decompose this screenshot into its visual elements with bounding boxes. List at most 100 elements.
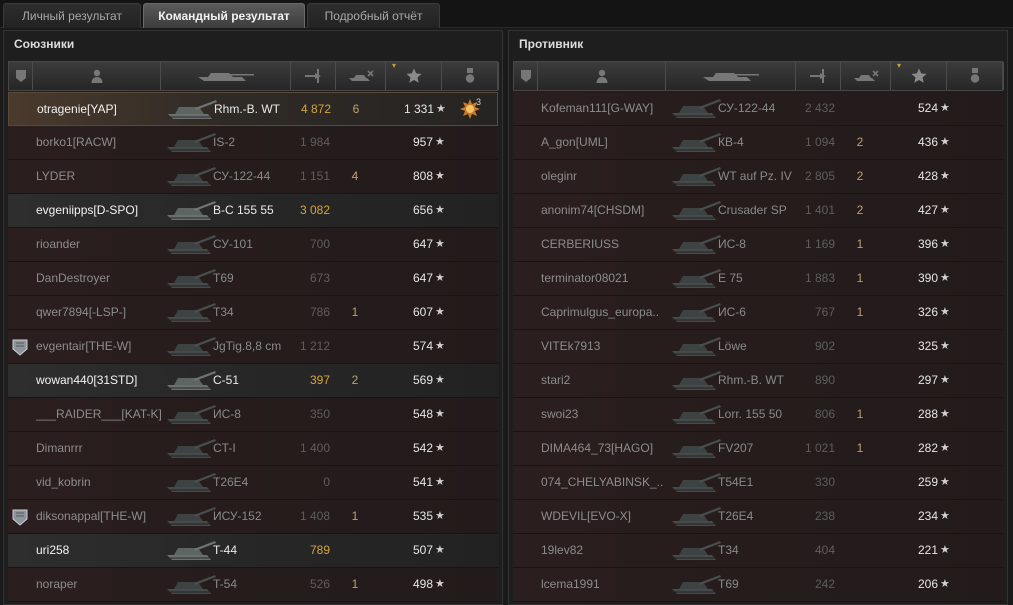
player-name[interactable]: A_gon[UML] [541, 126, 681, 159]
player-row[interactable]: Dimanrrr CT-I 1 400 542 ★ [8, 432, 498, 466]
player-row[interactable]: oleginr WT auf Pz. IV 2 805 2 428 ★ [513, 160, 1003, 194]
player-name[interactable]: oleginr [541, 160, 681, 193]
player-name[interactable]: rioander [36, 228, 176, 261]
player-name[interactable]: Kofeman111[G-WAY] [541, 92, 681, 125]
player-row[interactable]: Kofeman111[G-WAY] СУ-122-44 2 432 524 ★ [513, 92, 1003, 126]
enemies-rows: Kofeman111[G-WAY] СУ-122-44 2 432 524 ★ A_gon… [513, 92, 1003, 602]
xp-value: 259 [917, 475, 938, 489]
enemies-player-icon[interactable] [538, 62, 666, 90]
damage-value: 1 400 [299, 441, 330, 455]
xp-star-icon: ★ [940, 170, 950, 182]
player-row[interactable]: 19lev82 T34 404 221 ★ [513, 534, 1003, 568]
enemies-tank-icon[interactable] [666, 62, 796, 90]
player-name[interactable]: WDEVIL[EVO-X] [541, 500, 681, 533]
damage-value: 3 082 [299, 203, 330, 217]
kills-value [345, 262, 365, 295]
allies-damage-icon[interactable] [291, 62, 336, 90]
player-name[interactable]: terminator08021 [541, 262, 681, 295]
player-name[interactable]: lcema1991 [541, 568, 681, 601]
player-name[interactable]: Dimanrrr [36, 432, 176, 465]
damage-value: 786 [309, 305, 330, 319]
player-row[interactable]: terminator08021 E 75 1 883 1 390 ★ [513, 262, 1003, 296]
medal-sun-icon[interactable]: 3 [459, 93, 489, 126]
tank-silhouette-icon [669, 126, 725, 159]
player-row[interactable]: 074_CHELYABINSK_.. T54E1 330 259 ★ [513, 466, 1003, 500]
kills-value: 1 [856, 305, 864, 319]
player-name[interactable]: stari2 [541, 364, 681, 397]
xp-value: 436 [917, 135, 938, 149]
player-name[interactable]: swoi23 [541, 398, 681, 431]
player-row[interactable]: otragenie[YAP] Rhm.-B. WT 4 872 6 1 331 ★ 3 [8, 92, 498, 126]
kills-value: 1 [856, 407, 864, 421]
damage-value: 1 094 [804, 135, 835, 149]
allies-squad-icon[interactable] [9, 62, 33, 90]
player-row[interactable]: DanDestroyer T69 673 647 ★ [8, 262, 498, 296]
tab-team-result[interactable]: Командный результат [143, 3, 305, 28]
enemies-damage-icon[interactable] [796, 62, 841, 90]
tab-bar: Личный результат Командный результат Под… [0, 0, 1013, 28]
player-row[interactable]: stari2 Rhm.-B. WT 890 297 ★ [513, 364, 1003, 398]
allies-tank-icon[interactable] [161, 62, 291, 90]
player-row[interactable]: VITEk7913 Löwe 902 325 ★ [513, 330, 1003, 364]
allies-kills-icon[interactable] [336, 62, 386, 90]
allies-medal-icon[interactable] [442, 62, 499, 90]
player-row[interactable]: wowan440[31STD] C-51 397 2 569 ★ [8, 364, 498, 398]
player-row[interactable]: anonim74[CHSDM] Crusader SP 1 401 2 427 ★ [513, 194, 1003, 228]
tab-personal-result[interactable]: Личный результат [3, 3, 141, 28]
enemies-medal-icon[interactable] [947, 62, 1004, 90]
player-row[interactable]: uri258 T-44 789 507 ★ [8, 534, 498, 568]
player-row[interactable]: WDEVIL[EVO-X] T26E4 238 234 ★ [513, 500, 1003, 534]
player-row[interactable]: lcema1991 T69 242 206 ★ [513, 568, 1003, 602]
battle-results-window: { "tabs": ["Личный результат", "Командны… [0, 0, 1013, 605]
player-row[interactable]: noraper T-54 526 1 498 ★ [8, 568, 498, 602]
player-name[interactable]: noraper [36, 568, 176, 601]
player-name[interactable]: LYDER [36, 160, 176, 193]
player-name[interactable]: VITEk7913 [541, 330, 681, 363]
player-row[interactable]: diksonappal[THE-W] ИСУ-152 1 408 1 535 ★ [8, 500, 498, 534]
player-name[interactable]: evgeniipps[D-SPO] [36, 194, 176, 227]
player-row[interactable]: borko1[RACW] IS-2 1 984 957 ★ [8, 126, 498, 160]
player-name[interactable]: borko1[RACW] [36, 126, 176, 159]
player-row[interactable]: rioander СУ-101 700 647 ★ [8, 228, 498, 262]
player-name[interactable]: Caprimulgus_europa.. [541, 296, 681, 329]
player-name[interactable]: evgentair[THE-W] [36, 330, 176, 363]
player-name[interactable]: CERBERIUSS [541, 228, 681, 261]
player-row[interactable]: DIMA464_73[HAGO] FV207 1 021 1 282 ★ [513, 432, 1003, 466]
xp-value: 535 [412, 509, 433, 523]
player-name[interactable]: uri258 [36, 534, 176, 567]
player-name[interactable]: diksonappal[THE-W] [36, 500, 176, 533]
xp-value: 574 [412, 339, 433, 353]
tab-detailed-report[interactable]: Подробный отчёт [307, 3, 440, 28]
player-row[interactable]: swoi23 Lorr. 155 50 806 1 288 ★ [513, 398, 1003, 432]
damage-value: 1 021 [804, 441, 835, 455]
allies-column-header: ▾ [8, 61, 499, 91]
tank-silhouette-icon [669, 296, 725, 329]
player-row[interactable]: A_gon[UML] КВ-4 1 094 2 436 ★ [513, 126, 1003, 160]
player-row[interactable]: vid_kobrin T26E4 0 541 ★ [8, 466, 498, 500]
player-row[interactable]: CERBERIUSS ИС-8 1 169 1 396 ★ [513, 228, 1003, 262]
player-name[interactable]: otragenie[YAP] [37, 93, 177, 126]
xp-value: 390 [917, 271, 938, 285]
xp-value: 548 [412, 407, 433, 421]
player-row[interactable]: qwer7894[-LSP-] T34 786 1 607 ★ [8, 296, 498, 330]
player-row[interactable]: evgeniipps[D-SPO] B-C 155 55 3 082 656 ★ [8, 194, 498, 228]
enemies-kills-icon[interactable] [841, 62, 891, 90]
player-name[interactable]: ___RAIDER___[KAT-K] [36, 398, 176, 431]
allies-player-icon[interactable] [33, 62, 161, 90]
player-row[interactable]: evgentair[THE-W] JgTig.8,8 cm 1 212 574 ★ [8, 330, 498, 364]
player-name[interactable]: DIMA464_73[HAGO] [541, 432, 681, 465]
xp-value: 569 [412, 373, 433, 387]
player-name[interactable]: vid_kobrin [36, 466, 176, 499]
xp-value: 541 [412, 475, 433, 489]
player-name[interactable]: wowan440[31STD] [36, 364, 176, 397]
enemies-title: Противник [519, 37, 584, 51]
player-name[interactable]: 074_CHELYABINSK_.. [541, 466, 681, 499]
player-name[interactable]: DanDestroyer [36, 262, 176, 295]
player-row[interactable]: ___RAIDER___[KAT-K] ИС-8 350 548 ★ [8, 398, 498, 432]
player-row[interactable]: Caprimulgus_europa.. ИС-6 767 1 326 ★ [513, 296, 1003, 330]
player-name[interactable]: qwer7894[-LSP-] [36, 296, 176, 329]
player-row[interactable]: LYDER СУ-122-44 1 151 4 808 ★ [8, 160, 498, 194]
player-name[interactable]: 19lev82 [541, 534, 681, 567]
enemies-squad-icon[interactable] [514, 62, 538, 90]
player-name[interactable]: anonim74[CHSDM] [541, 194, 681, 227]
